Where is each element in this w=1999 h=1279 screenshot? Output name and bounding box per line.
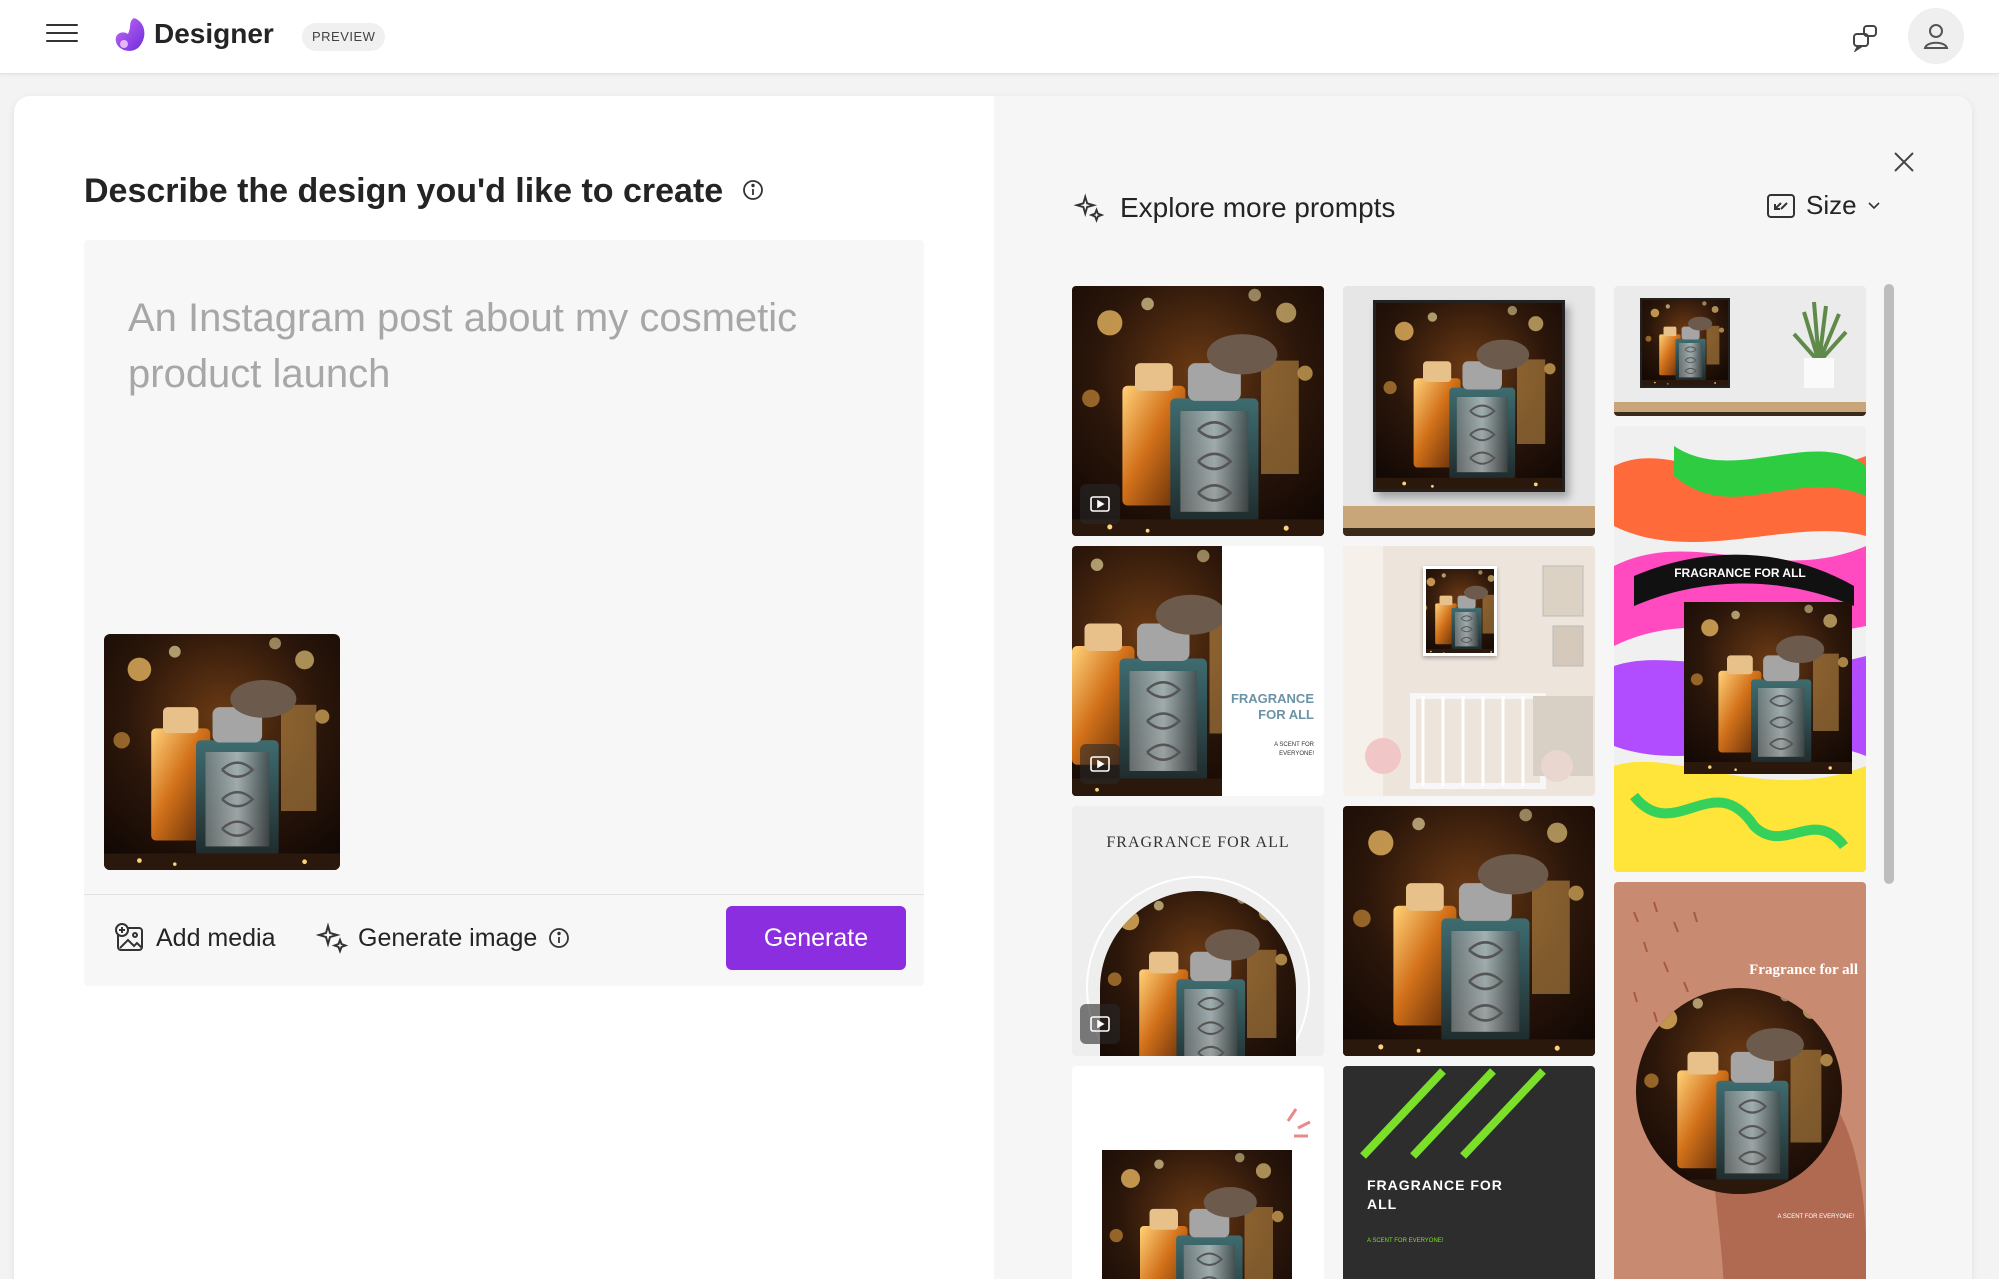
gallery-tile[interactable]: [1343, 286, 1595, 536]
gallery-column: FRAGRANCE FOR ALL A SCENT FOR EVERYONE! …: [1072, 286, 1324, 1279]
info-icon[interactable]: [547, 926, 571, 950]
prompt-gallery: FRAGRANCE FOR ALL A SCENT FOR EVERYONE! …: [1072, 286, 1888, 1279]
add-media-label: Add media: [156, 923, 276, 952]
gallery-tile[interactable]: Fragrance for all A SCENT FOR EVERYONE!: [1614, 882, 1866, 1279]
close-icon[interactable]: [1886, 144, 1922, 180]
gallery-tile[interactable]: [1072, 1066, 1324, 1279]
tile-title: FRAGRANCE: [1230, 691, 1314, 706]
preview-badge: PREVIEW: [302, 23, 386, 51]
add-media-button[interactable]: Add media: [114, 916, 276, 960]
chevron-down-icon: [1868, 201, 1880, 209]
page-title: Describe the design you'd like to create: [84, 172, 765, 211]
tile-title: FRAGRANCE FOR: [1367, 1177, 1503, 1193]
gallery-tile[interactable]: FRAGRANCE FOR ALL A SCENT FOR EVERYONE!: [1072, 546, 1324, 796]
hamburger-menu-icon[interactable]: [46, 20, 78, 46]
gallery-tile[interactable]: [1614, 286, 1866, 416]
gallery-column: FRAGRANCE FOR ALL A SCENT FOR EVERYONE!: [1343, 286, 1595, 1279]
gallery-tile[interactable]: [1343, 806, 1595, 1056]
generate-image-button[interactable]: Generate image: [316, 916, 571, 960]
create-design-dialog: Describe the design you'd like to create…: [14, 96, 1972, 1279]
info-icon[interactable]: [741, 178, 765, 202]
tile-subtitle: EVERYONE!: [1279, 751, 1314, 757]
tile-title: ALL: [1367, 1196, 1398, 1212]
video-play-icon: [1080, 484, 1120, 524]
attached-media-thumbnail[interactable]: [104, 634, 340, 870]
video-play-icon: [1080, 744, 1120, 784]
tile-subtitle: A SCENT FOR: [1274, 742, 1314, 748]
generate-image-label: Generate image: [358, 923, 538, 952]
divider: [84, 894, 924, 895]
tile-title: FRAGRANCE FOR ALL: [1106, 834, 1290, 851]
top-bar: Designer PREVIEW: [0, 0, 1999, 74]
gallery-column: FRAGRANCE FOR ALL Fragrance for all A SC…: [1614, 286, 1866, 1279]
video-play-icon: [1080, 1004, 1120, 1044]
resize-icon: [1767, 193, 1795, 218]
sparkle-icon: [316, 922, 348, 954]
size-label: Size: [1806, 190, 1857, 220]
tile-title: Fragrance for all: [1749, 962, 1858, 978]
gallery-tile[interactable]: [1072, 286, 1324, 536]
gallery-tile[interactable]: FRAGRANCE FOR ALL A SCENT FOR EVERYONE!: [1343, 1066, 1595, 1279]
tile-title: FRAGRANCE FOR ALL: [1674, 566, 1806, 580]
sparkle-icon: [1074, 193, 1104, 223]
gallery-tile[interactable]: [1343, 546, 1595, 796]
tile-subtitle: A SCENT FOR EVERYONE!: [1777, 1214, 1854, 1220]
heading-text: Describe the design you'd like to create: [84, 172, 724, 210]
app-name: Designer: [154, 18, 274, 49]
generate-button[interactable]: Generate: [726, 906, 906, 970]
explore-more-prompts-button[interactable]: Explore more prompts: [1074, 192, 1395, 224]
explore-label: Explore more prompts: [1120, 192, 1396, 223]
size-dropdown[interactable]: Size: [1766, 190, 1881, 221]
add-image-icon: [115, 923, 143, 951]
prompt-box: Add media Generate image Generate: [84, 240, 924, 986]
account-avatar[interactable]: [1908, 8, 1964, 64]
tile-subtitle: A SCENT FOR EVERYONE!: [1367, 1238, 1444, 1244]
person-icon: [1923, 24, 1949, 49]
gallery-tile[interactable]: FRAGRANCE FOR ALL: [1614, 426, 1866, 872]
designer-logo-icon: [115, 18, 145, 51]
feedback-icon[interactable]: [1842, 14, 1888, 60]
tile-title: FOR ALL: [1258, 707, 1314, 722]
gallery-tile[interactable]: FRAGRANCE FOR ALL: [1072, 806, 1324, 1056]
